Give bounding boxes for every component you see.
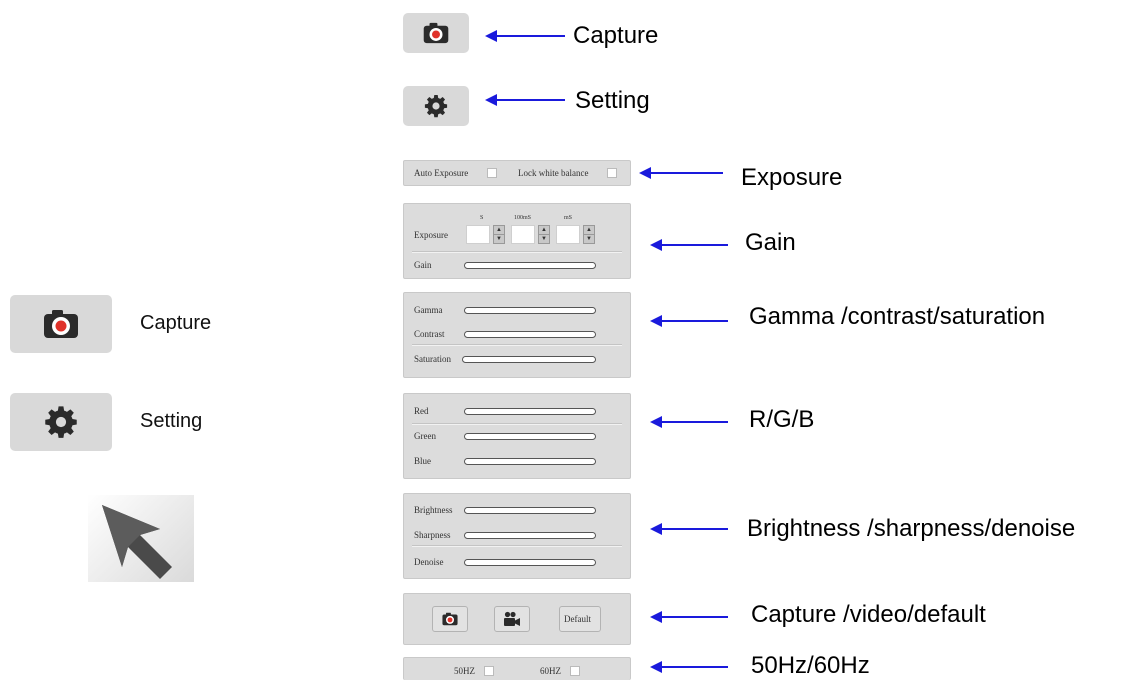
denoise-label: Denoise: [414, 557, 444, 567]
gamma-slider[interactable]: [464, 307, 596, 314]
annotation-arrow: [650, 416, 728, 428]
annotation-setting: Setting: [575, 87, 650, 114]
brightness-slider[interactable]: [464, 507, 596, 514]
sharpness-slider[interactable]: [464, 532, 596, 539]
annotation-arrow: [650, 611, 728, 623]
annotation-actions: Capture /video/default: [751, 601, 986, 628]
denoise-slider[interactable]: [464, 559, 596, 566]
annotation-gain: Gain: [745, 229, 796, 256]
annotation-arrow: [485, 30, 565, 42]
annotation-brightness: Brightness /sharpness/denoise: [747, 515, 1076, 542]
red-label: Red: [414, 406, 429, 416]
exposure-panel: Auto Exposure Lock white balance: [403, 160, 631, 186]
divider: [412, 251, 622, 253]
camera-icon: [442, 612, 458, 626]
gear-icon: [424, 95, 448, 118]
brightness-label: Brightness: [414, 505, 453, 515]
exposure-ms-down[interactable]: ▼: [583, 234, 595, 244]
lock-white-balance-checkbox[interactable]: [607, 168, 617, 178]
divider: [412, 545, 622, 547]
blue-label: Blue: [414, 456, 431, 466]
annotation-arrow: [650, 239, 728, 251]
exposure-seconds-field[interactable]: [466, 225, 490, 244]
annotation-arrow: [650, 315, 728, 327]
sharpness-label: Sharpness: [414, 530, 451, 540]
annotation-arrow: [639, 167, 723, 179]
unit-ms-label: mS: [564, 215, 573, 221]
capture-button[interactable]: [403, 13, 469, 53]
exposure-time-label: Exposure: [414, 230, 448, 240]
camera-icon: [44, 310, 78, 338]
auto-exposure-checkbox[interactable]: [487, 168, 497, 178]
legend-setting-button[interactable]: [10, 393, 112, 451]
gain-slider[interactable]: [464, 262, 596, 269]
auto-exposure-label: Auto Exposure: [414, 168, 469, 178]
brightness-sharpness-denoise-panel: Brightness Sharpness Denoise: [403, 493, 631, 579]
green-label: Green: [414, 431, 436, 441]
annotation-arrow: [650, 661, 728, 673]
exposure-100ms-field[interactable]: [511, 225, 535, 244]
annotation-capture: Capture: [573, 22, 659, 49]
hz60-label: 60HZ: [540, 666, 561, 676]
video-camera-icon: [504, 611, 520, 626]
frequency-panel: 50HZ 60HZ: [403, 657, 631, 680]
annotation-arrow: [650, 523, 728, 535]
gear-icon: [45, 406, 77, 438]
gamma-label: Gamma: [414, 305, 443, 315]
cursor-icon-tile: [88, 495, 194, 582]
rgb-panel: Red Green Blue: [403, 393, 631, 479]
annotation-exposure: Exposure: [741, 164, 843, 191]
legend-capture-button[interactable]: [10, 295, 112, 353]
contrast-label: Contrast: [414, 329, 445, 339]
divider: [412, 423, 622, 425]
exposure-100ms-down[interactable]: ▼: [538, 234, 550, 244]
contrast-slider[interactable]: [464, 331, 596, 338]
annotation-arrow: [485, 94, 565, 106]
legend-capture-label: Capture: [140, 312, 212, 334]
saturation-slider[interactable]: [462, 356, 596, 363]
cursor-icon: [102, 505, 172, 579]
lock-white-balance-label: Lock white balance: [518, 168, 589, 178]
red-slider[interactable]: [464, 408, 596, 415]
default-button-label: Default: [564, 614, 591, 624]
capture-video-default-panel: Default: [403, 593, 631, 645]
exposure-ms-field[interactable]: [556, 225, 580, 244]
legend-setting-label: Setting: [140, 410, 203, 432]
annotation-freq: 50Hz/60Hz: [751, 652, 870, 679]
hz60-checkbox[interactable]: [570, 666, 580, 676]
gain-panel: S 100mS mS Exposure ▲ ▼ ▲ ▼ ▲ ▼ Gain: [403, 203, 631, 279]
default-button[interactable]: Default: [559, 606, 601, 632]
setting-button[interactable]: [403, 86, 469, 126]
unit-100ms-label: 100mS: [514, 215, 532, 221]
unit-s-label: S: [480, 215, 484, 221]
gain-label: Gain: [414, 260, 432, 270]
divider: [412, 344, 622, 346]
record-video-button[interactable]: [494, 606, 530, 632]
annotation-rgb: R/G/B: [749, 406, 815, 433]
gamma-contrast-saturation-panel: Gamma Contrast Saturation: [403, 292, 631, 378]
blue-slider[interactable]: [464, 458, 596, 465]
hz50-checkbox[interactable]: [484, 666, 494, 676]
exposure-seconds-down[interactable]: ▼: [493, 234, 505, 244]
camera-icon: [423, 22, 449, 44]
annotation-gamma: Gamma /contrast/saturation: [749, 303, 1046, 330]
capture-photo-button[interactable]: [432, 606, 468, 632]
green-slider[interactable]: [464, 433, 596, 440]
saturation-label: Saturation: [414, 354, 451, 364]
hz50-label: 50HZ: [454, 666, 475, 676]
